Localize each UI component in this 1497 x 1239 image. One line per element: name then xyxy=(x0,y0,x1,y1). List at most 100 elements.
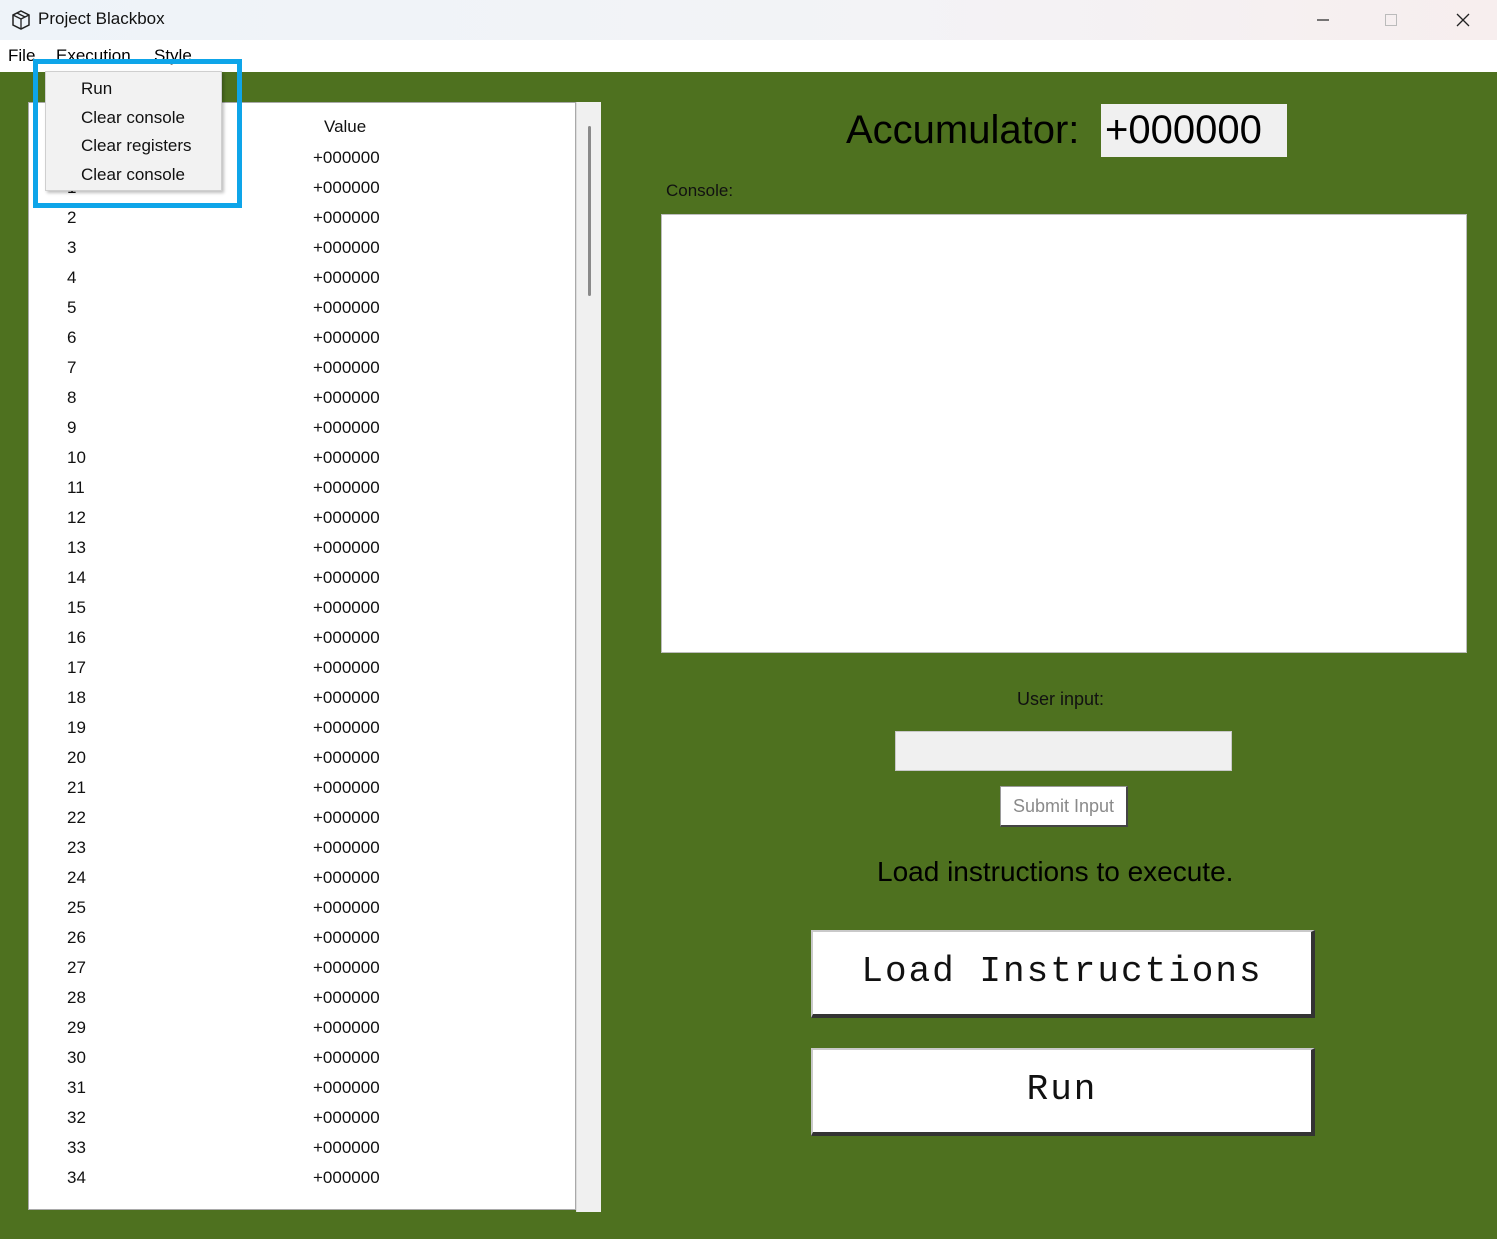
register-value: +000000 xyxy=(313,1168,380,1187)
register-index: 6 xyxy=(67,328,77,347)
table-row: 13 +000000 xyxy=(29,538,569,568)
register-value: +000000 xyxy=(313,388,380,407)
register-value: +000000 xyxy=(313,1138,380,1157)
register-index: 5 xyxy=(67,298,77,317)
register-index: 4 xyxy=(67,268,77,287)
memory-scrollbar[interactable] xyxy=(576,102,601,1212)
register-index: 25 xyxy=(67,898,86,917)
table-row: 2 +000000 xyxy=(29,208,569,238)
register-index: 12 xyxy=(67,508,86,527)
table-row: 24 +000000 xyxy=(29,868,569,898)
minimize-button[interactable] xyxy=(1289,0,1357,40)
register-index: 30 xyxy=(67,1048,86,1067)
register-value: +000000 xyxy=(313,718,380,737)
user-input-label: User input: xyxy=(1017,689,1105,709)
register-value: +000000 xyxy=(313,148,380,167)
value-column-header: Value xyxy=(324,117,367,136)
table-row: 31 +000000 xyxy=(29,1078,569,1108)
register-value: +000000 xyxy=(313,208,380,227)
register-index: 24 xyxy=(67,868,86,887)
register-value: +000000 xyxy=(313,1018,380,1037)
register-value: +000000 xyxy=(313,778,380,797)
register-index: 7 xyxy=(67,358,77,377)
table-row: 22 +000000 xyxy=(29,808,569,838)
register-value: +000000 xyxy=(313,568,380,587)
table-row: 27 +000000 xyxy=(29,958,569,988)
register-value: +000000 xyxy=(313,958,380,977)
register-index: 11 xyxy=(67,478,85,497)
status-message: Load instructions to execute. xyxy=(877,856,1234,887)
table-row: 5 +000000 xyxy=(29,298,569,328)
menu-file[interactable]: File xyxy=(8,46,35,66)
maximize-icon xyxy=(1383,12,1399,28)
table-row: 29 +000000 xyxy=(29,1018,569,1048)
package-cube-icon xyxy=(10,9,32,31)
table-row: 15 +000000 xyxy=(29,598,569,628)
title-bar: Project Blackbox xyxy=(0,0,1497,40)
table-row: 6 +000000 xyxy=(29,328,569,358)
register-index: 32 xyxy=(67,1108,86,1127)
table-row: 10 +000000 xyxy=(29,448,569,478)
table-row: 18 +000000 xyxy=(29,688,569,718)
table-row: 28 +000000 xyxy=(29,988,569,1018)
register-index: 27 xyxy=(67,958,86,977)
register-index: 9 xyxy=(67,418,77,437)
register-value: +000000 xyxy=(313,1078,380,1097)
accumulator-display: +000000 xyxy=(1101,104,1287,157)
console-output[interactable] xyxy=(661,214,1467,653)
register-value: +000000 xyxy=(313,808,380,827)
register-value: +000000 xyxy=(313,988,380,1007)
register-value: +000000 xyxy=(313,928,380,947)
register-value: +000000 xyxy=(313,898,380,917)
table-row: 25 +000000 xyxy=(29,898,569,928)
submit-input-button[interactable]: Submit Input xyxy=(1000,786,1128,827)
register-value: +000000 xyxy=(313,178,380,197)
register-index: 31 xyxy=(67,1078,86,1097)
table-row: 33 +000000 xyxy=(29,1138,569,1168)
register-index: 22 xyxy=(67,808,86,827)
load-instructions-button[interactable]: Load Instructions xyxy=(811,930,1315,1018)
register-index: 21 xyxy=(67,778,86,797)
register-value: +000000 xyxy=(313,238,380,257)
table-row: 9 +000000 xyxy=(29,418,569,448)
register-value: +000000 xyxy=(313,418,380,437)
user-input-field[interactable] xyxy=(895,731,1232,771)
register-value: +000000 xyxy=(313,868,380,887)
register-index: 19 xyxy=(67,718,86,737)
register-value: +000000 xyxy=(313,628,380,647)
register-index: 34 xyxy=(67,1168,86,1187)
scrollbar-thumb[interactable] xyxy=(588,126,591,296)
table-row: 14 +000000 xyxy=(29,568,569,598)
register-value: +000000 xyxy=(313,688,380,707)
register-index: 20 xyxy=(67,748,86,767)
table-row: 8 +000000 xyxy=(29,388,569,418)
close-button[interactable] xyxy=(1429,0,1497,40)
register-index: 29 xyxy=(67,1018,86,1037)
register-value: +000000 xyxy=(313,748,380,767)
table-row: 26 +000000 xyxy=(29,928,569,958)
register-index: 26 xyxy=(67,928,86,947)
register-value: +000000 xyxy=(313,478,380,497)
window-title: Project Blackbox xyxy=(38,9,165,28)
table-row: 21 +000000 xyxy=(29,778,569,808)
register-index: 18 xyxy=(67,688,86,707)
register-value: +000000 xyxy=(313,538,380,557)
table-row: 30 +000000 xyxy=(29,1048,569,1078)
table-row: 20 +000000 xyxy=(29,748,569,778)
register-value: +000000 xyxy=(313,448,380,467)
register-index: 10 xyxy=(67,448,86,467)
register-index: 23 xyxy=(67,838,86,857)
table-row: 3 +000000 xyxy=(29,238,569,268)
register-index: 8 xyxy=(67,388,77,407)
register-value: +000000 xyxy=(313,268,380,287)
register-value: +000000 xyxy=(313,598,380,617)
accumulator-value: +000000 xyxy=(1105,108,1262,152)
table-row: 12 +000000 xyxy=(29,508,569,538)
register-value: +000000 xyxy=(313,1108,380,1127)
console-label: Console: xyxy=(666,181,734,200)
table-row: 4 +000000 xyxy=(29,268,569,298)
run-button[interactable]: Run xyxy=(811,1048,1315,1136)
register-index: 14 xyxy=(67,568,86,587)
register-index: 16 xyxy=(67,628,86,647)
register-index: 15 xyxy=(67,598,86,617)
